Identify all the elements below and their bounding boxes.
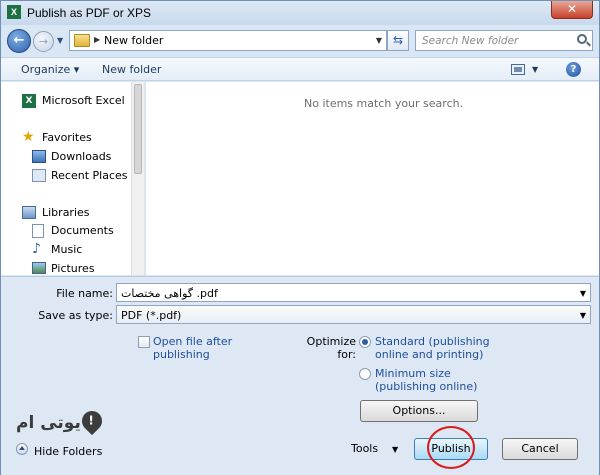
file-name-field[interactable]: گواهی مختصات .pdf ▼ bbox=[116, 283, 591, 302]
optimize-for-label: Optimize for: bbox=[306, 335, 356, 361]
standard-option-label[interactable]: Standard (publishing online and printing… bbox=[375, 335, 490, 361]
cancel-button[interactable]: Cancel bbox=[502, 438, 578, 460]
watermark-logo: یوتی ام bbox=[16, 406, 107, 436]
save-as-type-dropdown-icon[interactable]: ▼ bbox=[580, 311, 586, 320]
save-as-type-label: Save as type: bbox=[38, 309, 113, 322]
pictures-icon bbox=[32, 262, 46, 274]
sidebar-item-recent-places[interactable]: Recent Places bbox=[51, 169, 128, 182]
minimum-line1: Minimum size bbox=[375, 367, 451, 380]
location-pin-icon bbox=[77, 406, 107, 436]
empty-message: No items match your search. bbox=[304, 97, 464, 110]
address-row: ← → ▼ ▶ New folder ▼ ⇆ Search New folder bbox=[1, 26, 599, 56]
address-path[interactable]: New folder bbox=[104, 34, 163, 47]
excel-icon: X bbox=[22, 94, 36, 108]
views-icon[interactable] bbox=[511, 64, 525, 75]
libraries-icon bbox=[22, 206, 36, 219]
breadcrumb-arrow-icon[interactable]: ▶ bbox=[94, 35, 100, 44]
open-after-publishing-label[interactable]: Open file after publishing bbox=[153, 335, 232, 361]
hide-folders-icon[interactable] bbox=[16, 443, 28, 455]
publish-dialog: X Publish as PDF or XPS ✕ ← → ▼ ▶ New fo… bbox=[0, 0, 600, 475]
tools-dropdown-icon[interactable]: ▼ bbox=[392, 445, 398, 454]
options-button[interactable]: Options... bbox=[360, 400, 478, 422]
recent-places-icon bbox=[32, 169, 46, 182]
sidebar-item-music[interactable]: Music bbox=[51, 243, 82, 256]
views-dropdown-icon[interactable]: ▼ bbox=[532, 65, 538, 74]
sidebar-item-pictures[interactable]: Pictures bbox=[51, 262, 95, 275]
excel-icon: X bbox=[7, 5, 21, 19]
search-icon[interactable] bbox=[577, 34, 587, 44]
sidebar-item-libraries[interactable]: Libraries bbox=[42, 206, 90, 219]
minimum-line2: (publishing online) bbox=[375, 380, 478, 393]
highlight-circle-annotation bbox=[427, 426, 475, 469]
standard-line2: online and printing) bbox=[375, 348, 484, 361]
downloads-icon bbox=[32, 150, 46, 163]
address-dropdown-icon[interactable]: ▼ bbox=[376, 36, 382, 45]
minimum-size-option-label[interactable]: Minimum size (publishing online) bbox=[375, 367, 477, 393]
navigation-scrollbar[interactable] bbox=[131, 82, 144, 275]
forward-button[interactable]: → bbox=[33, 31, 54, 52]
command-toolbar: Organize ▾ New folder ▼ ? bbox=[1, 57, 599, 81]
open-after-line2: publishing bbox=[153, 348, 210, 361]
recent-locations-dropdown[interactable]: ▼ bbox=[57, 36, 63, 45]
address-bar[interactable]: ▶ New folder ▼ bbox=[69, 30, 387, 51]
music-icon: ♪ bbox=[32, 241, 41, 257]
sidebar-item-documents[interactable]: Documents bbox=[51, 224, 114, 237]
tools-menu[interactable]: Tools bbox=[351, 442, 378, 455]
star-icon: ★ bbox=[22, 129, 35, 145]
documents-icon bbox=[32, 224, 44, 238]
organize-menu[interactable]: Organize ▾ bbox=[21, 63, 79, 76]
sidebar-item-microsoft-excel[interactable]: Microsoft Excel bbox=[42, 94, 125, 107]
search-input[interactable]: Search New folder bbox=[415, 30, 593, 51]
folder-icon bbox=[74, 34, 90, 47]
file-list[interactable]: No items match your search. bbox=[145, 82, 599, 275]
title-bar: X Publish as PDF or XPS ✕ bbox=[1, 1, 599, 25]
navigation-pane: X Microsoft Excel ★ Favorites Downloads … bbox=[1, 82, 144, 275]
minimum-size-radio[interactable] bbox=[359, 368, 371, 380]
new-folder-button[interactable]: New folder bbox=[102, 63, 161, 76]
watermark-text: یوتی ام bbox=[16, 413, 81, 433]
save-as-type-value[interactable]: PDF (*.pdf) bbox=[121, 309, 181, 322]
standard-line1: Standard (publishing bbox=[375, 335, 490, 348]
window-title: Publish as PDF or XPS bbox=[27, 6, 152, 20]
file-name-label: File name: bbox=[56, 287, 113, 300]
file-name-value[interactable]: گواهی مختصات .pdf bbox=[121, 287, 218, 300]
close-button[interactable]: ✕ bbox=[551, 1, 593, 19]
file-name-dropdown-icon[interactable]: ▼ bbox=[580, 289, 586, 298]
save-as-type-select[interactable]: PDF (*.pdf) ▼ bbox=[116, 305, 591, 324]
refresh-button[interactable]: ⇆ bbox=[387, 30, 409, 51]
open-after-line1: Open file after bbox=[153, 335, 233, 348]
search-placeholder: Search New folder bbox=[422, 35, 519, 47]
open-after-publishing-checkbox[interactable] bbox=[138, 336, 150, 348]
standard-radio[interactable] bbox=[359, 336, 371, 348]
sidebar-item-favorites[interactable]: Favorites bbox=[42, 131, 92, 144]
back-button[interactable]: ← bbox=[7, 29, 31, 53]
scrollbar-thumb[interactable] bbox=[134, 84, 142, 174]
hide-folders-button[interactable]: Hide Folders bbox=[34, 445, 102, 458]
help-icon[interactable]: ? bbox=[566, 62, 581, 77]
sidebar-item-downloads[interactable]: Downloads bbox=[51, 150, 111, 163]
